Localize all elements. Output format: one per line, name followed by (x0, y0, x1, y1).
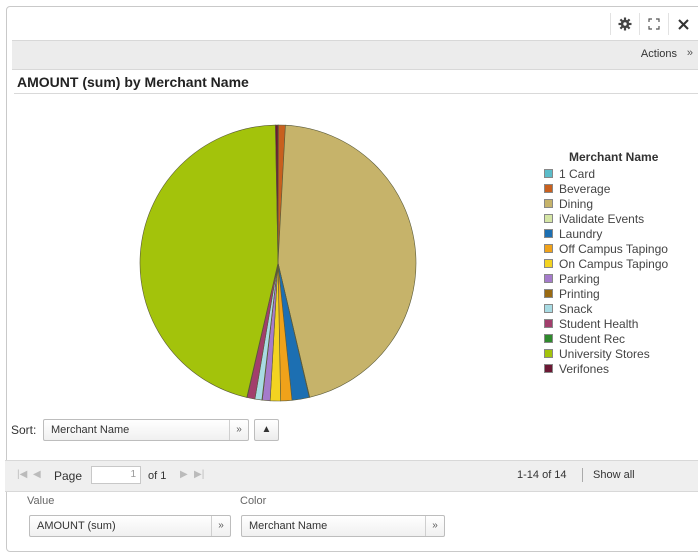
chevron-down-icon: » (425, 516, 444, 536)
legend-title: Merchant Name (569, 150, 659, 164)
chevron-down-icon: » (229, 420, 248, 440)
legend-item[interactable]: Dining (544, 196, 668, 211)
title-divider (14, 93, 698, 94)
legend-label: On Campus Tapingo (559, 256, 669, 271)
legend-label: Verifones (559, 361, 610, 376)
legend-label: Student Health (559, 316, 639, 331)
legend-swatch (544, 319, 553, 328)
legend-item[interactable]: Student Rec (544, 331, 668, 346)
legend-label: Beverage (559, 181, 611, 196)
legend-label: 1 Card (559, 166, 596, 181)
expand-icon[interactable] (639, 13, 668, 35)
legend-label: Student Rec (559, 331, 626, 346)
page-input[interactable]: 1 (91, 466, 141, 484)
legend-swatch (544, 184, 553, 193)
color-select[interactable]: Merchant Name » (241, 515, 445, 537)
chevron-down-icon[interactable]: » (687, 47, 693, 59)
value-select-value: AMOUNT (sum) (37, 520, 116, 532)
legend-swatch (544, 304, 553, 313)
pagination-bar: |◀ ◀ Page 1 of 1 ▶ ▶| 1-14 of 14 Show al… (5, 460, 698, 492)
pie-chart (139, 124, 417, 402)
legend-item[interactable]: Student Health (544, 316, 668, 331)
value-select[interactable]: AMOUNT (sum) » (29, 515, 231, 537)
gear-icon[interactable] (610, 13, 639, 35)
legend-swatch (544, 229, 553, 238)
value-field-label: Value (27, 495, 55, 507)
panel-titlebar (7, 7, 698, 39)
legend-swatch (544, 169, 553, 178)
first-page-icon[interactable]: |◀ (17, 469, 27, 480)
sort-select-value: Merchant Name (51, 424, 130, 436)
legend-item[interactable]: Printing (544, 286, 668, 301)
legend-item[interactable]: 1 Card (544, 166, 668, 181)
legend-swatch (544, 199, 553, 208)
legend-item[interactable]: Snack (544, 301, 668, 316)
legend-label: Printing (559, 286, 600, 301)
record-range: 1-14 of 14 (517, 469, 567, 481)
pager-divider (582, 468, 583, 482)
legend-item[interactable]: Parking (544, 271, 668, 286)
legend-item[interactable]: Beverage (544, 181, 668, 196)
legend-label: Laundry (559, 226, 603, 241)
legend-label: iValidate Events (559, 211, 645, 226)
actions-menu[interactable]: Actions (641, 48, 677, 60)
legend-label: Off Campus Tapingo (559, 241, 668, 256)
legend-swatch (544, 364, 553, 373)
last-page-icon[interactable]: ▶| (194, 469, 204, 480)
legend-swatch (544, 289, 553, 298)
legend-item[interactable]: Off Campus Tapingo (544, 241, 668, 256)
color-select-value: Merchant Name (249, 520, 328, 532)
sort-label: Sort: (11, 423, 37, 437)
color-field-label: Color (240, 495, 267, 507)
next-page-icon[interactable]: ▶ (180, 469, 188, 480)
legend-label: Dining (559, 196, 594, 211)
legend-item[interactable]: Laundry (544, 226, 668, 241)
chart-legend: Merchant Name 1 Card Beverage Dining iValid… (544, 150, 668, 376)
legend-swatch (544, 274, 553, 283)
page-count: of 1 (148, 470, 167, 482)
legend-swatch (544, 349, 553, 358)
legend-label: University Stores (559, 346, 650, 361)
legend-item[interactable]: iValidate Events (544, 211, 668, 226)
sort-select[interactable]: Merchant Name » (43, 419, 249, 441)
chart-title: AMOUNT (sum) by Merchant Name (17, 74, 249, 90)
legend-swatch (544, 214, 553, 223)
legend-item[interactable]: University Stores (544, 346, 668, 361)
show-all-link[interactable]: Show all (593, 469, 635, 481)
legend-label: Snack (559, 301, 593, 316)
legend-item[interactable]: On Campus Tapingo (544, 256, 668, 271)
prev-page-icon[interactable]: ◀ (33, 469, 41, 480)
actions-bar: Actions » (12, 40, 698, 70)
chevron-down-icon: » (211, 516, 230, 536)
page-label: Page (54, 469, 83, 483)
legend-label: Parking (559, 271, 600, 286)
legend-item[interactable]: Verifones (544, 361, 668, 376)
close-icon[interactable] (668, 13, 697, 35)
sort-ascending-button[interactable]: ▲ (254, 419, 279, 441)
legend-swatch (544, 334, 553, 343)
legend-swatch (544, 244, 553, 253)
legend-swatch (544, 259, 553, 268)
